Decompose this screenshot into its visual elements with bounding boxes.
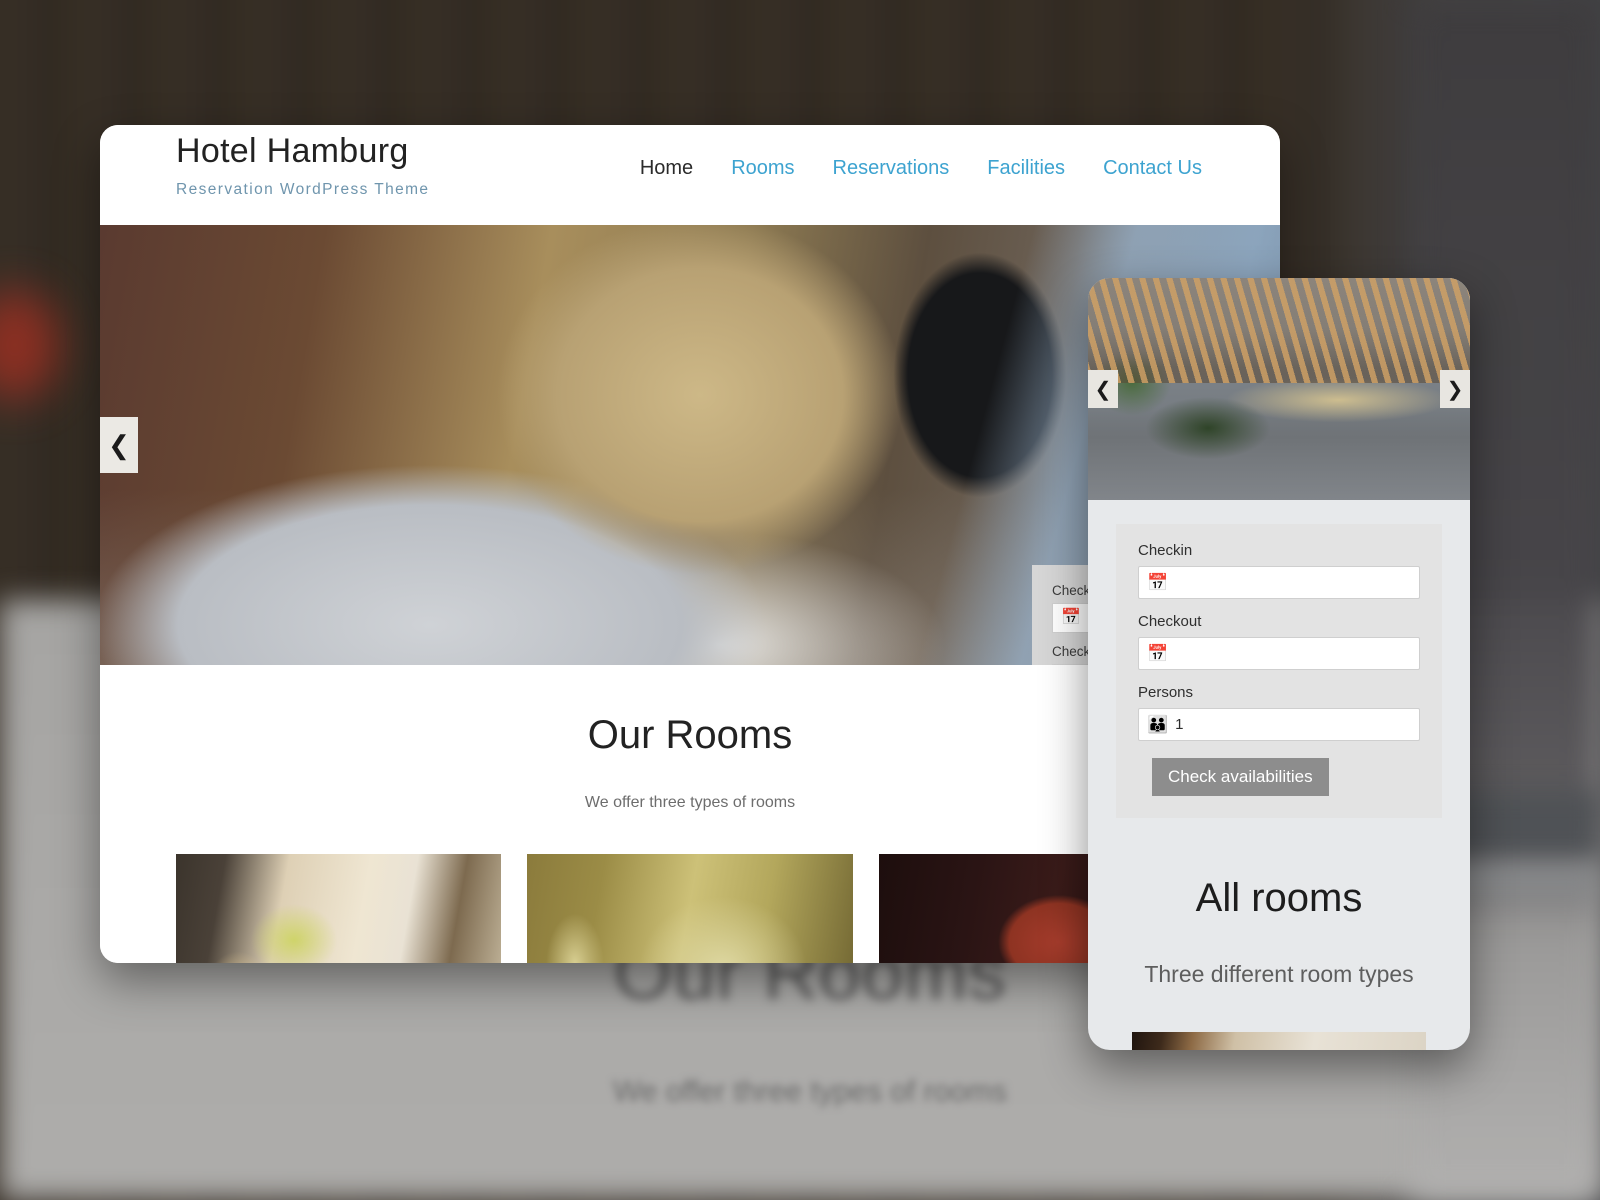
chevron-right-icon[interactable]: ❯ bbox=[1440, 370, 1470, 408]
check-availabilities-button[interactable]: Check availabilities bbox=[1152, 758, 1329, 796]
checkout-label: Checkout bbox=[1138, 613, 1202, 630]
checkin-label: Checkin bbox=[1138, 542, 1193, 559]
room-card[interactable] bbox=[527, 854, 853, 963]
room-card[interactable] bbox=[176, 854, 502, 963]
nav-item-reservations[interactable]: Reservations bbox=[833, 157, 950, 180]
room-card-image bbox=[1132, 1032, 1426, 1050]
nav-item-home[interactable]: Home bbox=[640, 157, 693, 180]
mobile-preview-window[interactable]: ❮ ❯ Checkin 📅 Checkout 📅 Persons 👪 1 Che… bbox=[1088, 278, 1470, 1050]
mobile-rooms-section: All rooms Three different room types bbox=[1088, 818, 1470, 1050]
persons-value: 1 bbox=[1175, 716, 1184, 733]
checkout-input[interactable]: 📅 bbox=[1138, 637, 1420, 670]
room-card[interactable] bbox=[1132, 1032, 1426, 1050]
calendar-icon: 📅 bbox=[1147, 644, 1169, 663]
mobile-hero-slider: ❮ ❯ bbox=[1088, 278, 1470, 500]
main-navigation: Home Rooms Reservations Facilities Conta… bbox=[640, 125, 1202, 180]
brand-subtitle: Reservation WordPress Theme bbox=[176, 181, 430, 199]
brand[interactable]: Hotel Hamburg Reservation WordPress Them… bbox=[176, 125, 429, 199]
persons-icon: 👪 bbox=[1147, 715, 1169, 734]
mobile-booking-widget[interactable]: Checkin 📅 Checkout 📅 Persons 👪 1 Check a… bbox=[1116, 524, 1442, 818]
chevron-left-icon[interactable]: ❮ bbox=[1088, 370, 1118, 408]
mobile-rooms-title: All rooms bbox=[1195, 876, 1363, 920]
nav-item-facilities[interactable]: Facilities bbox=[987, 157, 1065, 180]
site-header: Hotel Hamburg Reservation WordPress Them… bbox=[100, 125, 1280, 225]
chevron-left-icon[interactable]: ❮ bbox=[100, 417, 138, 473]
persons-label: Persons bbox=[1138, 684, 1194, 701]
nav-item-rooms[interactable]: Rooms bbox=[731, 157, 794, 180]
persons-input[interactable]: 👪 1 bbox=[1138, 708, 1420, 741]
brand-title: Hotel Hamburg bbox=[176, 132, 409, 170]
calendar-icon: 📅 bbox=[1147, 573, 1169, 592]
nav-item-contact-us[interactable]: Contact Us bbox=[1103, 157, 1202, 180]
checkin-input[interactable]: 📅 bbox=[1138, 566, 1420, 599]
mobile-hero-slide-image bbox=[1088, 278, 1470, 500]
background-subheading: We offer three types of rooms bbox=[612, 1075, 1008, 1108]
calendar-icon: 📅 bbox=[1061, 609, 1081, 626]
mobile-rooms-subtitle: Three different room types bbox=[1144, 961, 1414, 987]
